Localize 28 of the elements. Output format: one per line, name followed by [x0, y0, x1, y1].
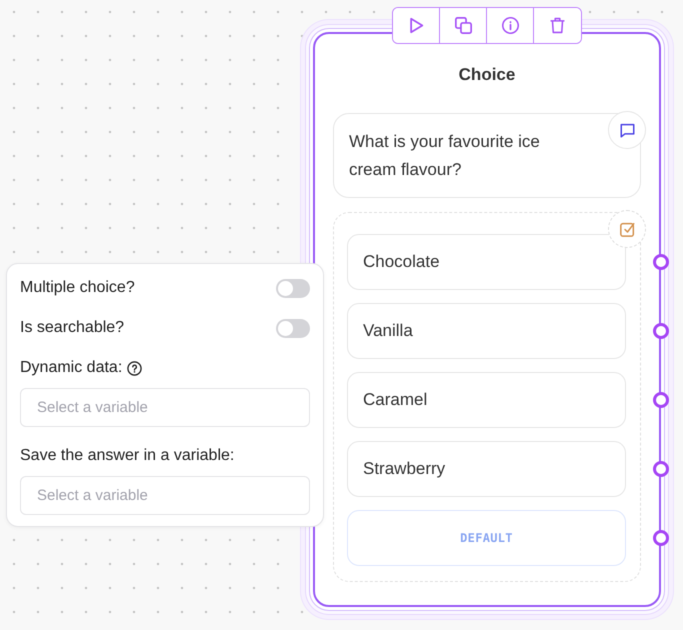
toggle-switch[interactable] — [276, 278, 310, 298]
trash-icon — [549, 17, 566, 34]
connection-handle[interactable] — [653, 254, 669, 270]
play-button[interactable] — [393, 8, 440, 43]
info-icon — [502, 17, 518, 34]
copy-icon — [454, 17, 472, 34]
speech-bubble-icon — [620, 122, 634, 138]
connection-handle[interactable] — [653, 392, 669, 408]
connection-handle[interactable] — [653, 530, 669, 546]
checkbox-tick-icon — [620, 222, 634, 236]
variable-field[interactable]: Select a variable — [20, 388, 310, 427]
field-label: Dynamic data: — [20, 358, 122, 378]
choice-item[interactable]: Vanilla — [347, 303, 626, 359]
node-title: Choice — [458, 65, 516, 85]
toggle-switch[interactable] — [276, 318, 310, 338]
setting-label: Multiple choice? — [20, 278, 135, 298]
connection-handle[interactable] — [653, 461, 669, 477]
choice-item[interactable]: Strawberry — [347, 441, 626, 497]
help-icon — [127, 360, 142, 376]
choice-item[interactable]: Caramel — [347, 372, 626, 428]
variable-field[interactable]: Select a variable — [20, 476, 310, 515]
connection-handle[interactable] — [653, 323, 669, 339]
field-label: Save the answer in a variable: — [20, 446, 234, 466]
choice-item[interactable]: Chocolate — [347, 234, 626, 290]
setting-label: Is searchable? — [20, 318, 124, 338]
message-text: What is your favourite ice cream flavour? — [349, 131, 541, 181]
play-icon — [408, 17, 424, 34]
comment-button[interactable] — [608, 111, 646, 149]
